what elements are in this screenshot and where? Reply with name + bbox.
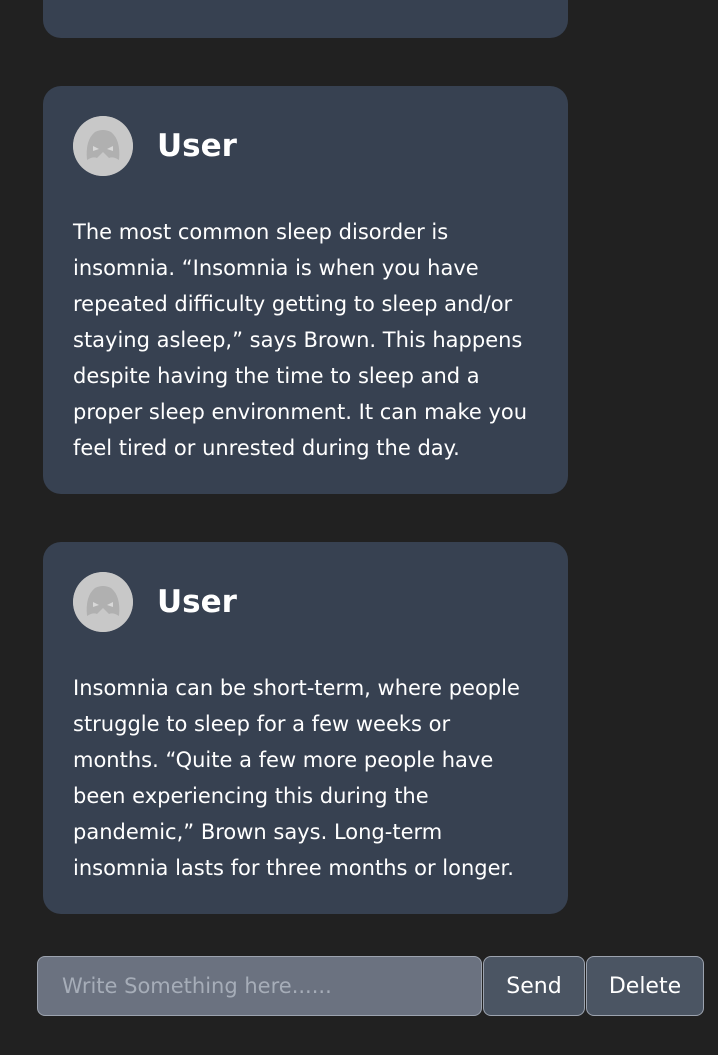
send-button[interactable]: Send [483, 956, 585, 1016]
username: User [157, 128, 237, 164]
message-header: User [73, 572, 237, 632]
message-header: User [73, 116, 237, 176]
message-card: User The most common sleep disorder is i… [43, 86, 568, 494]
message-composer: Send Delete [37, 956, 704, 1016]
message-card: User Insomnia can be short-term, where p… [43, 542, 568, 914]
avatar [73, 116, 133, 176]
username: User [157, 584, 237, 620]
message-text: The most common sleep disorder is insomn… [73, 220, 528, 460]
avatar [73, 572, 133, 632]
delete-button[interactable]: Delete [586, 956, 704, 1016]
anime-avatar-icon [73, 116, 133, 176]
message-card-partial [43, 0, 568, 38]
anime-avatar-icon [73, 572, 133, 632]
message-text: Insomnia can be short-term, where people… [73, 676, 520, 880]
chat-container: User The most common sleep disorder is i… [0, 0, 718, 1055]
message-input[interactable] [37, 956, 482, 1016]
